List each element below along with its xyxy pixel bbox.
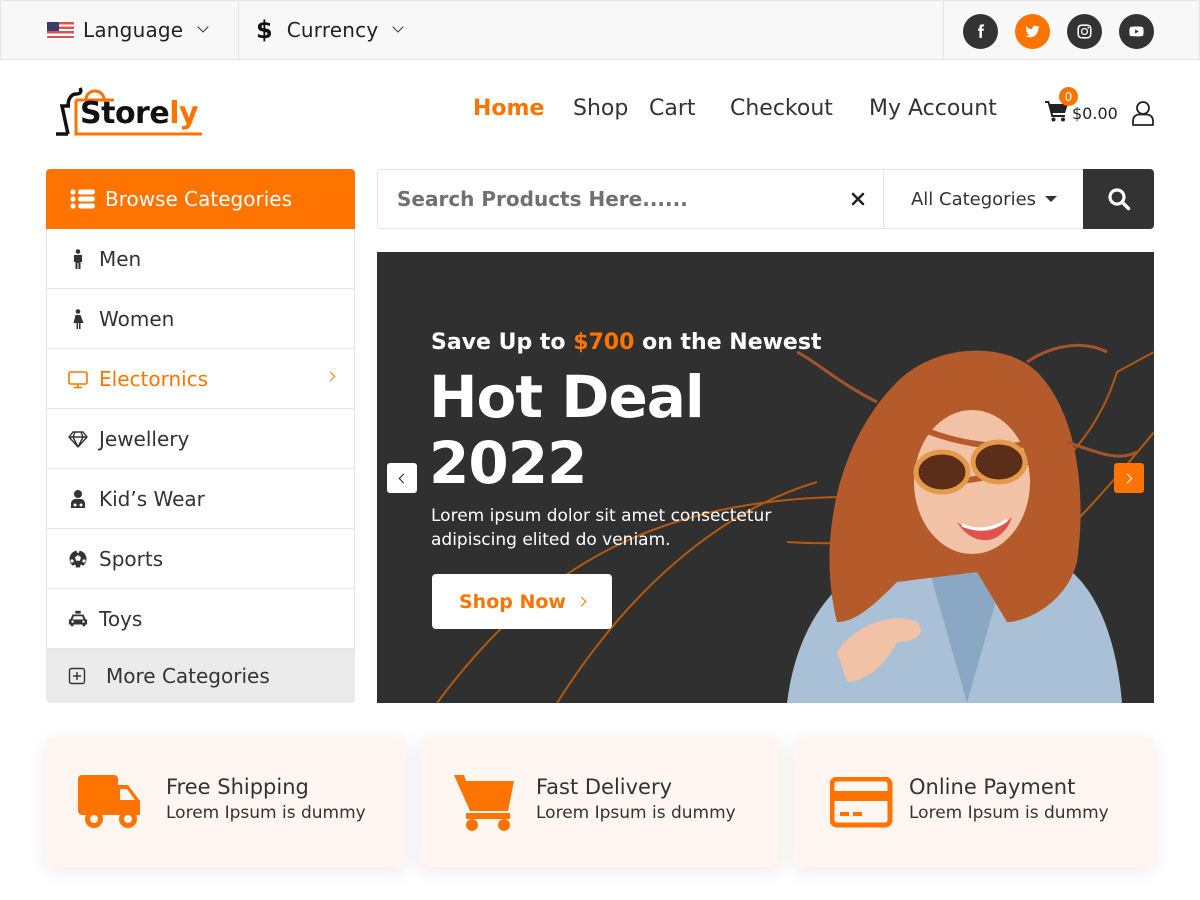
nav-home[interactable]: Home bbox=[473, 96, 544, 121]
chevron-down-icon bbox=[392, 21, 405, 33]
chevron-right-icon bbox=[1122, 473, 1133, 483]
male-icon bbox=[67, 248, 89, 270]
facebook-link[interactable] bbox=[963, 14, 998, 49]
list-icon bbox=[70, 189, 95, 209]
category-dropdown[interactable]: All Categories bbox=[884, 170, 1084, 228]
top-bar: Language $ Currency bbox=[0, 0, 1200, 60]
feature-title: Online Payment bbox=[909, 775, 1076, 799]
category-sidebar: Browse Categories Men Women Electornics … bbox=[46, 169, 355, 703]
feature-title: Fast Delivery bbox=[536, 775, 673, 799]
category-label: Toys bbox=[99, 606, 143, 631]
divider bbox=[943, 1, 944, 59]
feature-title: Free Shipping bbox=[166, 775, 309, 799]
chevron-left-icon bbox=[398, 473, 409, 483]
category-sports[interactable]: Sports bbox=[46, 529, 355, 589]
hero-banner: Save Up to $700 on the Newest Hot Deal 20… bbox=[377, 252, 1154, 703]
feature-description: Lorem Ipsum is dummy bbox=[909, 803, 1109, 823]
nav-my-account[interactable]: My Account bbox=[869, 96, 997, 121]
dollar-icon: $ bbox=[256, 16, 273, 44]
product-search-bar: All Categories bbox=[377, 169, 1154, 229]
football-icon bbox=[67, 548, 89, 570]
feature-card-fast-delivery: Fast Delivery Lorem Ipsum is dummy bbox=[420, 737, 780, 867]
female-icon bbox=[67, 308, 89, 330]
hero-title: Hot Deal 2022 bbox=[429, 363, 705, 497]
truck-icon bbox=[78, 775, 140, 828]
language-label: Language bbox=[83, 18, 184, 42]
category-dropdown-value: All Categories bbox=[910, 188, 1037, 210]
category-label: Electornics bbox=[99, 366, 209, 391]
discount-amount: $700 bbox=[573, 330, 635, 355]
cart-total: $0.00 bbox=[1072, 104, 1118, 123]
currency-selector[interactable]: $ Currency bbox=[256, 1, 405, 59]
slider-next-button[interactable] bbox=[1114, 463, 1144, 493]
category-men[interactable]: Men bbox=[46, 229, 355, 289]
feature-card-free-shipping: Free Shipping Lorem Ipsum is dummy bbox=[46, 737, 406, 867]
hero-eyebrow: Save Up to $700 on the Newest bbox=[431, 330, 822, 355]
category-label: Women bbox=[99, 306, 175, 331]
youtube-icon bbox=[1129, 26, 1144, 37]
shop-now-button[interactable]: Shop Now bbox=[432, 574, 612, 629]
category-label: Kid’s Wear bbox=[99, 486, 205, 511]
taxi-icon bbox=[67, 608, 89, 630]
credit-card-icon bbox=[830, 777, 893, 828]
clear-search-icon[interactable] bbox=[848, 189, 868, 209]
search-input[interactable] bbox=[378, 170, 828, 228]
user-icon[interactable] bbox=[1131, 100, 1155, 126]
twitter-link[interactable] bbox=[1015, 14, 1050, 49]
category-kids-wear[interactable]: Kid’s Wear bbox=[46, 469, 355, 529]
shop-now-label: Shop Now bbox=[459, 590, 566, 613]
category-label: Sports bbox=[99, 546, 164, 571]
hero-model-image bbox=[787, 343, 1138, 703]
logo[interactable]: Storely bbox=[54, 84, 214, 140]
diamond-icon bbox=[67, 428, 89, 450]
us-flag-icon bbox=[47, 22, 74, 38]
search-icon bbox=[1107, 188, 1130, 211]
instagram-icon bbox=[1077, 24, 1092, 39]
cart-count-badge: 0 bbox=[1059, 87, 1078, 106]
feature-description: Lorem Ipsum is dummy bbox=[166, 803, 366, 823]
category-women[interactable]: Women bbox=[46, 289, 355, 349]
shopping-cart-icon bbox=[454, 775, 514, 831]
chevron-right-icon bbox=[325, 371, 336, 382]
nav-shop[interactable]: Shop bbox=[573, 96, 628, 121]
search-button[interactable] bbox=[1083, 169, 1154, 229]
youtube-link[interactable] bbox=[1119, 14, 1154, 49]
category-label: Jewellery bbox=[99, 426, 190, 451]
twitter-icon bbox=[1025, 25, 1040, 38]
more-categories-button[interactable]: More Categories bbox=[46, 649, 355, 703]
more-categories-label: More Categories bbox=[106, 664, 270, 688]
mini-cart[interactable]: 0 $0.00 bbox=[1045, 87, 1118, 123]
chevron-right-icon bbox=[576, 596, 587, 607]
nav-checkout[interactable]: Checkout bbox=[730, 96, 833, 121]
hero-description: Lorem ipsum dolor sit amet consectetur a… bbox=[431, 506, 772, 550]
language-selector[interactable]: Language bbox=[47, 1, 209, 59]
kid-icon bbox=[67, 488, 89, 510]
chevron-down-icon bbox=[197, 21, 209, 33]
instagram-link[interactable] bbox=[1067, 14, 1102, 49]
category-electronics[interactable]: Electornics bbox=[46, 349, 355, 409]
feature-card-online-payment: Online Payment Lorem Ipsum is dummy bbox=[794, 737, 1154, 867]
plus-square-icon bbox=[66, 665, 88, 687]
browse-categories-title: Browse Categories bbox=[105, 187, 292, 211]
browse-categories-header[interactable]: Browse Categories bbox=[46, 169, 355, 229]
category-jewellery[interactable]: Jewellery bbox=[46, 409, 355, 469]
logo-text: Storely bbox=[80, 96, 199, 131]
category-toys[interactable]: Toys bbox=[46, 589, 355, 649]
slider-prev-button[interactable] bbox=[387, 463, 417, 493]
feature-description: Lorem Ipsum is dummy bbox=[536, 803, 736, 823]
caret-down-icon bbox=[1045, 196, 1058, 202]
currency-label: Currency bbox=[286, 18, 379, 42]
nav-cart[interactable]: Cart bbox=[649, 96, 696, 121]
category-label: Men bbox=[99, 246, 142, 271]
facebook-icon bbox=[978, 24, 985, 38]
divider bbox=[238, 1, 239, 59]
monitor-icon bbox=[67, 368, 89, 390]
